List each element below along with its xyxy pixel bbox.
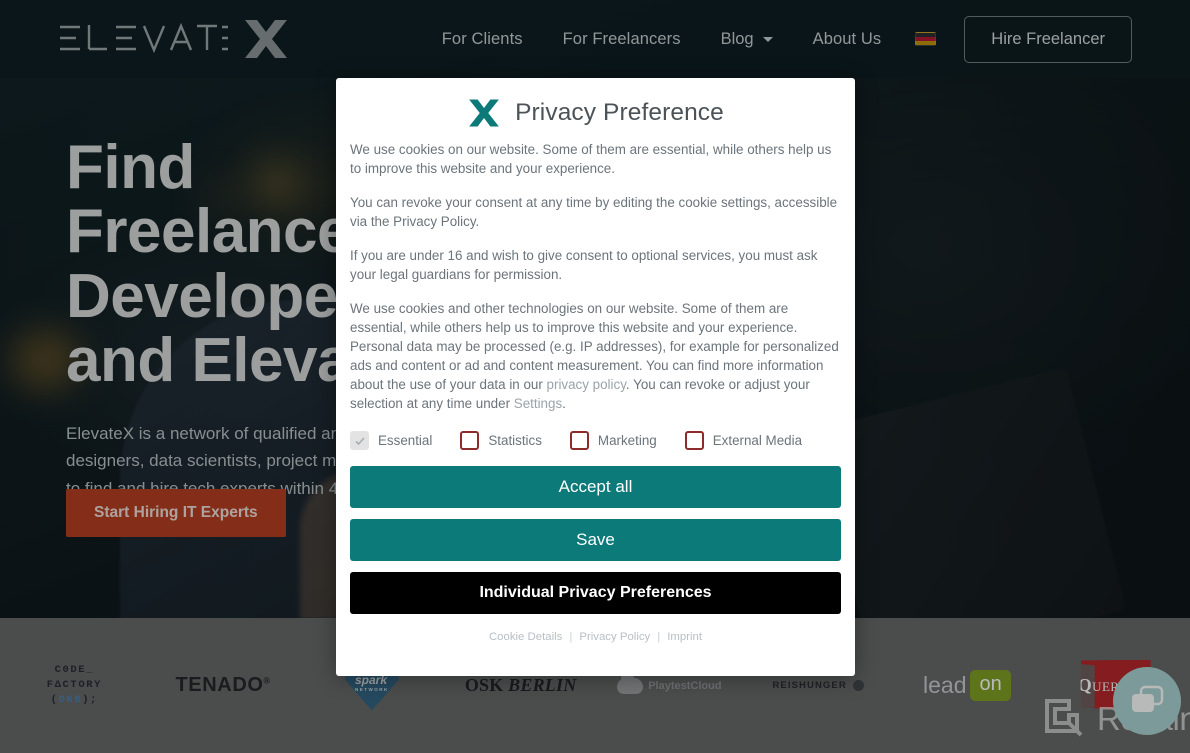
long-paragraph-part-3: . xyxy=(562,396,566,412)
checkbox-item-statistics[interactable]: Statistics xyxy=(460,431,542,451)
modal-header: Privacy Preference xyxy=(350,78,841,140)
checkbox-label-essential: Essential xyxy=(378,433,433,449)
page-root: For Clients For Freelancers Blog About U… xyxy=(0,0,1190,753)
checkbox-item-essential[interactable]: Essential xyxy=(350,431,433,451)
modal-paragraph-4: We use cookies and other technologies on… xyxy=(350,299,841,413)
modal-body: We use cookies on our website. Some of t… xyxy=(350,140,841,413)
checkbox-item-external-media[interactable]: External Media xyxy=(684,431,803,451)
checkbox-label-marketing: Marketing xyxy=(597,433,657,449)
footer-separator: | xyxy=(657,631,661,644)
privacy-preference-modal: Privacy Preference We use cookies on our… xyxy=(336,78,855,676)
imprint-link[interactable]: Imprint xyxy=(667,631,702,643)
individual-privacy-preferences-button[interactable]: Individual Privacy Preferences xyxy=(350,572,841,615)
check-icon xyxy=(354,437,365,446)
modal-footer-links: Cookie Details | Privacy Policy | Imprin… xyxy=(350,614,841,653)
privacy-policy-inline-link[interactable]: privacy policy xyxy=(547,377,626,392)
modal-paragraph-1: We use cookies on our website. Some of t… xyxy=(350,142,832,177)
modal-title: Privacy Preference xyxy=(515,99,724,126)
checkbox-item-marketing[interactable]: Marketing xyxy=(569,431,657,451)
checkbox-statistics[interactable] xyxy=(460,431,480,451)
settings-inline-link[interactable]: Settings xyxy=(514,396,562,411)
privacy-policy-link[interactable]: Privacy Policy xyxy=(579,631,650,643)
save-button[interactable]: Save xyxy=(350,519,841,562)
x-mark-logo-teal-icon xyxy=(469,99,499,127)
cookie-details-link[interactable]: Cookie Details xyxy=(489,631,562,643)
checkbox-essential[interactable] xyxy=(350,431,369,451)
modal-paragraph-2: You can revoke your consent at any time … xyxy=(350,195,838,230)
accept-all-button[interactable]: Accept all xyxy=(350,466,841,509)
checkbox-label-statistics: Statistics xyxy=(488,433,542,449)
checkbox-external-media[interactable] xyxy=(684,431,704,451)
modal-button-stack: Accept all Save Individual Privacy Prefe… xyxy=(350,462,841,615)
modal-paragraph-3: If you are under 16 and wish to give con… xyxy=(350,248,818,283)
checkbox-marketing[interactable] xyxy=(569,431,589,451)
checkbox-label-external-media: External Media xyxy=(712,433,803,449)
consent-checkbox-row: Essential Statistics Marketing External … xyxy=(350,413,841,462)
footer-separator: | xyxy=(569,631,573,644)
